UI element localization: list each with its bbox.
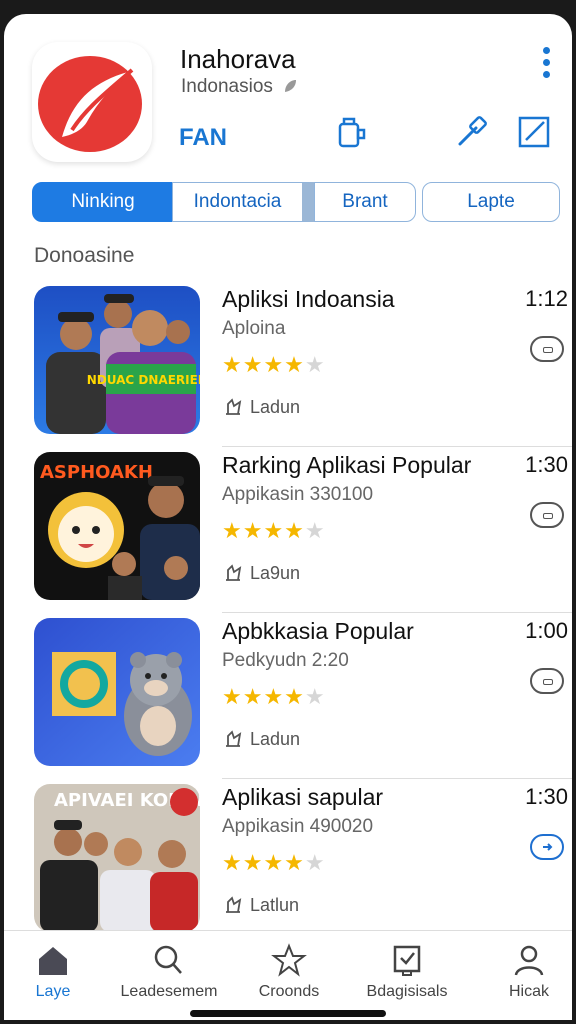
list-item[interactable]: ASPHOAKH Rarking Aplikasi Popular Appika…: [4, 452, 572, 618]
hammer-icon[interactable]: [454, 114, 490, 150]
hand-icon: [226, 398, 242, 415]
app-subtitle: Appikasin 490020: [222, 816, 374, 837]
app-time: 1:30: [525, 784, 568, 809]
app-name: Aplikasi sapular: [222, 784, 384, 810]
toggle-icon[interactable]: [530, 668, 564, 694]
hand-icon: [226, 896, 242, 913]
toggle-icon[interactable]: [530, 502, 564, 528]
download-action[interactable]: Latlun: [222, 892, 299, 916]
app-subtitle: Aploina: [222, 318, 286, 339]
screen: Inahorava Indonasios FAN Ninking Indonta…: [4, 14, 572, 1020]
bottom-nav: Laye Leadesemem Croonds Bdagisisals Hica…: [4, 930, 572, 1020]
app-time: 1:00: [525, 618, 568, 643]
chip-ninking[interactable]: Ninking: [32, 182, 174, 222]
action-label: Ladun: [250, 397, 301, 417]
thumb-text: NDUAC DNAERIERO: [87, 373, 200, 387]
nav-item-clipboard[interactable]: Bdagisisals: [352, 943, 462, 1001]
app-subtitle: Indonasios: [181, 76, 298, 98]
app-name: Rarking Aplikasi Popular: [222, 452, 472, 478]
home-indicator[interactable]: [190, 1010, 386, 1017]
nav-item-profile[interactable]: Hicak: [474, 943, 572, 1001]
app-subtitle-text: Indonasios: [181, 76, 273, 97]
divider: [222, 612, 572, 613]
download-action[interactable]: Ladun: [222, 726, 300, 750]
nav-label: Bdagisisals: [366, 983, 448, 1000]
app-time: 1:12: [525, 286, 568, 311]
person-icon: [514, 945, 544, 976]
thumb-text: ASPHOAKH: [40, 462, 153, 483]
list-item[interactable]: Apbkkasia Popular Pedkyudn 2:20 1:00 ★★★…: [4, 618, 572, 784]
clipboard-check-icon: [393, 945, 421, 976]
nav-item-star[interactable]: Croonds: [234, 943, 344, 1001]
list-item[interactable]: NDUAC DNAERIERO Apliksi Indoansia Aploin…: [4, 286, 572, 452]
app-thumbnail: APIVAEI KOKIN: [34, 784, 200, 932]
hand-icon: [226, 564, 242, 581]
rating-stars: ★★★★★: [222, 684, 326, 709]
action-label: Latlun: [250, 895, 300, 915]
chip-lapte[interactable]: Lapte: [422, 182, 560, 222]
arrow-circle-icon[interactable]: [530, 834, 564, 860]
download-action[interactable]: La9un: [222, 560, 300, 584]
fan-label[interactable]: FAN: [179, 124, 227, 152]
app-logo-icon[interactable]: [32, 42, 152, 162]
nav-label: Hicak: [508, 983, 549, 1000]
divider: [222, 778, 572, 779]
action-label: Ladun: [250, 729, 301, 749]
app-thumbnail: ASPHOAKH: [34, 452, 200, 600]
app-thumbnail: NDUAC DNAERIERO: [34, 286, 200, 434]
rating-stars: ★★★★★: [222, 352, 326, 377]
nav-label: Leadesemem: [120, 983, 218, 1000]
divider: [222, 446, 572, 447]
leaf-icon: [282, 78, 298, 94]
chip-indontacia[interactable]: Indontacia: [172, 182, 316, 222]
bag-icon[interactable]: [334, 114, 370, 150]
download-action[interactable]: Ladun: [222, 394, 300, 418]
nav-label: Croonds: [258, 983, 320, 1000]
app-thumbnail: [34, 618, 200, 766]
toggle-icon[interactable]: [530, 336, 564, 362]
more-vert-icon[interactable]: [538, 44, 554, 84]
nav-item-home[interactable]: Laye: [4, 943, 108, 1001]
rating-stars: ★★★★★: [222, 518, 326, 543]
app-subtitle: Appikasin 330100: [222, 484, 374, 505]
star-icon: [271, 943, 307, 977]
app-title: Inahorava: [180, 44, 296, 74]
nav-label: Laye: [35, 983, 71, 1000]
section-title: Donoasine: [34, 244, 135, 267]
home-icon: [39, 947, 67, 975]
app-subtitle: Pedkyudn 2:20: [222, 650, 349, 671]
list-item[interactable]: APIVAEI KOKIN Aplikasi sapular Appikasin…: [4, 784, 572, 950]
app-name: Apbkkasia Popular: [222, 618, 414, 644]
edit-square-icon[interactable]: [516, 114, 552, 150]
action-label: La9un: [250, 563, 301, 583]
search-icon: [154, 945, 182, 974]
hand-icon: [226, 730, 242, 747]
app-header: Inahorava Indonasios FAN: [4, 14, 572, 174]
app-name: Apliksi Indoansia: [222, 286, 395, 312]
rating-stars: ★★★★★: [222, 850, 326, 875]
chip-brant[interactable]: Brant: [314, 182, 416, 222]
app-time: 1:30: [525, 452, 568, 477]
nav-item-search[interactable]: Leadesemem: [114, 943, 224, 1001]
